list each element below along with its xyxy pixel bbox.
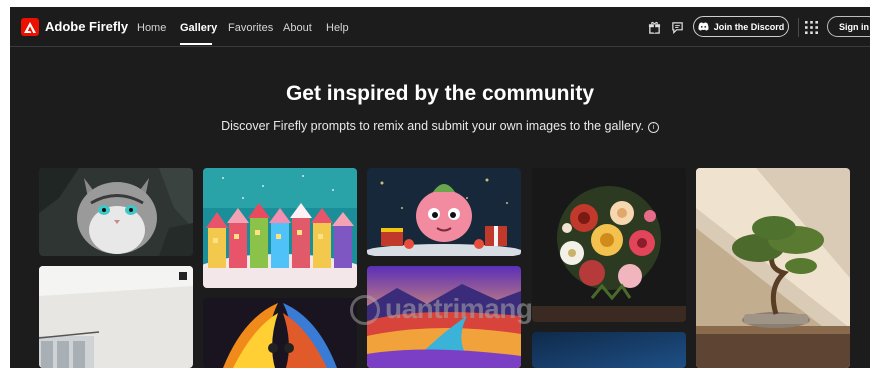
active-tab-indicator [180, 43, 212, 45]
hero-subtitle-text: Discover Firefly prompts to remix and su… [221, 119, 644, 133]
gallery-image-phoenix[interactable] [203, 298, 357, 368]
header-divider [798, 18, 799, 37]
top-navigation-bar: Adobe Firefly Home Gallery Favorites Abo… [10, 7, 870, 47]
discord-icon [698, 22, 709, 31]
nav-gallery[interactable]: Gallery [180, 22, 217, 34]
brand-name[interactable]: Adobe Firefly [45, 19, 128, 34]
adobe-logo-icon[interactable] [21, 18, 39, 36]
gallery-image-blue[interactable] [532, 332, 686, 368]
apps-grid-icon[interactable] [804, 20, 818, 34]
gallery-image-candy-village[interactable] [203, 168, 357, 288]
nav-help[interactable]: Help [326, 22, 349, 34]
gallery-image-fruit-creature[interactable] [367, 168, 521, 256]
gallery-image-bonsai[interactable] [696, 168, 850, 368]
watermark-text: uantrimang [385, 293, 533, 324]
nav-about[interactable]: About [283, 22, 312, 34]
info-icon[interactable]: i [647, 122, 659, 133]
hero-subtitle: Discover Firefly prompts to remix and su… [10, 119, 870, 133]
sign-in-button[interactable]: Sign in [827, 16, 870, 37]
nav-home[interactable]: Home [137, 22, 166, 34]
gallery-image-room[interactable] [39, 266, 193, 368]
join-discord-label: Join the Discord [713, 21, 785, 32]
hero-title: Get inspired by the community [285, 82, 595, 105]
gift-icon[interactable] [647, 20, 661, 34]
watermark-logo-icon [350, 295, 380, 325]
nav-favorites[interactable]: Favorites [228, 22, 273, 34]
join-discord-button[interactable]: Join the Discord [693, 16, 789, 37]
chat-icon[interactable] [670, 20, 684, 34]
gallery-image-cat[interactable] [39, 168, 193, 256]
app-window: Adobe Firefly Home Gallery Favorites Abo… [10, 7, 870, 368]
gallery-image-flower-bouquet[interactable] [532, 168, 686, 322]
